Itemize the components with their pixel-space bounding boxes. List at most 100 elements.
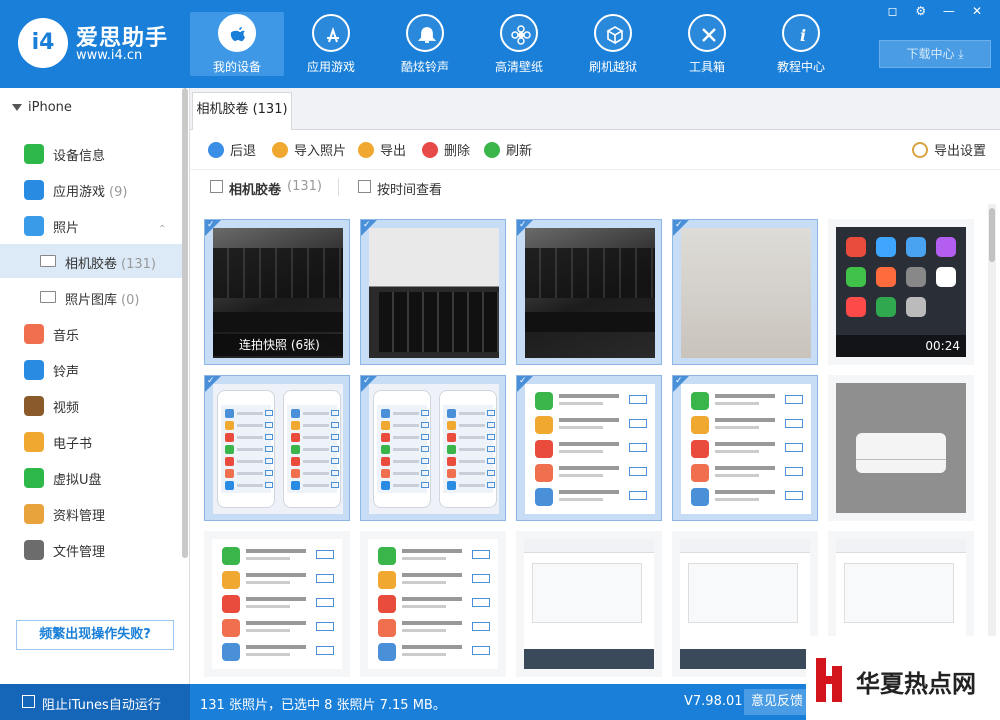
sidebar-item-5[interactable]: 音乐 xyxy=(0,316,182,350)
export-settings-button[interactable]: 导出设置 xyxy=(912,140,986,160)
watermark-logo-icon xyxy=(816,658,856,702)
toolbar: 后退 导入照片 导出 删除 刷新 导出设置 xyxy=(190,130,1000,170)
sidebar-item-2[interactable]: 照片 xyxy=(0,208,182,242)
help-link-button[interactable]: 频繁出现操作失败? xyxy=(16,620,174,650)
nav-tab-label: 应用游戏 xyxy=(306,60,355,74)
check-icon: ✓ xyxy=(517,220,533,236)
scrollbar-thumb[interactable] xyxy=(989,208,995,262)
main-scrollbar[interactable] xyxy=(988,204,996,684)
close-icon[interactable]: ✕ xyxy=(966,4,988,18)
sidebar-item-8[interactable]: 电子书 xyxy=(0,424,182,458)
nav-tab-6[interactable]: i 教程中心 xyxy=(754,12,848,76)
download-center-button[interactable]: 下载中心 ⤓ xyxy=(879,40,991,68)
photo-preview xyxy=(368,539,498,669)
toolbar-button-label: 导出 xyxy=(380,144,407,159)
sidebar-item-4[interactable]: 照片图库 (0) xyxy=(0,280,182,314)
toolbar-button-label: 后退 xyxy=(230,144,257,159)
photo-thumbnail[interactable]: ✓ 连拍快照 (6张) xyxy=(204,219,350,365)
minimize-icon[interactable]: — xyxy=(938,4,960,18)
photo-thumbnail[interactable]: ✓ xyxy=(672,375,818,521)
top-bar: i4 爱思助手 www.i4.cn 我的设备 应用游戏 酷炫铃声 高清壁纸 刷机越狱 工具… xyxy=(0,0,1000,88)
nav-tab-label: 我的设备 xyxy=(212,60,261,74)
caret-down-icon xyxy=(12,104,22,111)
sidebar-item-7[interactable]: 视频 xyxy=(0,388,182,422)
check-icon: ✓ xyxy=(205,376,221,392)
by-time-label: 按时间查看 xyxy=(377,183,443,198)
photo-thumbnail[interactable] xyxy=(828,375,974,521)
delete-icon xyxy=(422,142,438,158)
photo-thumbnail[interactable]: ✓ xyxy=(516,375,662,521)
photo-thumbnail[interactable]: ✓ xyxy=(672,219,818,365)
flower-icon xyxy=(500,14,538,52)
gear-icon[interactable]: ⚙ xyxy=(910,4,932,18)
by-time-checkbox[interactable] xyxy=(358,180,371,193)
sidebar-item-3[interactable]: 相机胶卷 (131) xyxy=(0,244,182,278)
app-store-icon xyxy=(24,180,44,200)
sidebar-item-9[interactable]: 虚拟U盘 xyxy=(0,460,182,494)
photo-thumbnail[interactable]: ✓ xyxy=(360,219,506,365)
nav-tab-0[interactable]: 我的设备 xyxy=(190,12,284,76)
sidebar-item-label: 相机胶卷 (131) xyxy=(65,257,156,272)
toolbar-button-4[interactable]: 刷新 xyxy=(484,140,532,160)
window-controls: ◻ ⚙ — ✕ xyxy=(880,4,988,20)
itunes-toggle-area: 阻止iTunes自动运行 xyxy=(0,684,190,720)
nav-tab-label: 酷炫铃声 xyxy=(400,60,449,74)
collapse-arrow-icon[interactable]: ⌃ xyxy=(158,224,166,235)
select-all-checkbox[interactable] xyxy=(210,180,223,193)
toolbar-button-1[interactable]: 导入照片 xyxy=(272,140,346,160)
toolbar-button-2[interactable]: 导出 xyxy=(358,140,406,160)
info-icon: i xyxy=(782,14,820,52)
selection-status: 131 张照片，已选中 8 张照片 7.15 MB。 xyxy=(200,698,446,713)
device-selector[interactable]: iPhone xyxy=(0,98,186,122)
photo-thumbnail[interactable] xyxy=(672,531,818,677)
photo-thumbnail[interactable]: 00:24 xyxy=(828,219,974,365)
photo-preview xyxy=(213,384,343,514)
sidebar-item-label: 应用游戏 (9) xyxy=(53,185,128,200)
nav-tab-1[interactable]: 应用游戏 xyxy=(284,12,378,76)
photo-thumbnail[interactable]: ✓ xyxy=(204,375,350,521)
photo-thumbnail[interactable] xyxy=(360,531,506,677)
refresh-icon xyxy=(484,142,500,158)
folder-icon xyxy=(40,255,56,267)
block-itunes-checkbox[interactable] xyxy=(22,695,35,708)
sidebar-scrollbar[interactable] xyxy=(182,88,188,558)
check-icon: ✓ xyxy=(361,376,377,392)
export-settings-label: 导出设置 xyxy=(934,144,987,159)
main-panel: 相机胶卷 (131) 后退 导入照片 导出 删除 刷新 导出设置 相机胶卷 (131) … xyxy=(190,88,1000,684)
nav-tab-label: 教程中心 xyxy=(776,60,825,74)
photo-thumbnail[interactable]: ✓ xyxy=(516,219,662,365)
photo-preview xyxy=(524,539,654,669)
photo-preview xyxy=(680,539,810,669)
photo-preview xyxy=(212,539,342,669)
photo-preview xyxy=(681,228,811,358)
photo-thumbnail[interactable]: ✓ xyxy=(360,375,506,521)
nav-tab-5[interactable]: 工具箱 xyxy=(660,12,754,76)
feedback-button[interactable]: 意见反馈 xyxy=(744,689,810,715)
photo-icon xyxy=(24,216,44,236)
toolbar-button-3[interactable]: 删除 xyxy=(422,140,470,160)
shirt-icon[interactable]: ◻ xyxy=(882,4,904,18)
sidebar-item-10[interactable]: 资料管理 xyxy=(0,496,182,530)
logo-badge: i4 xyxy=(18,18,68,68)
nav-tab-label: 工具箱 xyxy=(688,60,725,74)
nav-tab-3[interactable]: 高清壁纸 xyxy=(472,12,566,76)
bell-icon xyxy=(406,14,444,52)
sidebar-item-1[interactable]: 应用游戏 (9) xyxy=(0,172,182,206)
photo-thumbnail[interactable] xyxy=(516,531,662,677)
video-icon xyxy=(24,396,44,416)
sidebar-item-label: 虚拟U盘 xyxy=(53,473,102,488)
photo-thumbnail[interactable] xyxy=(204,531,350,677)
sidebar-item-0[interactable]: 设备信息 xyxy=(0,136,182,170)
music-icon xyxy=(24,324,44,344)
album-label: 相机胶卷 xyxy=(229,183,282,198)
sidebar-item-6[interactable]: 铃声 xyxy=(0,352,182,386)
toolbar-button-0[interactable]: 后退 xyxy=(208,140,256,160)
album-count: (131) xyxy=(287,179,322,194)
device-name: iPhone xyxy=(28,100,72,115)
tab-camera-roll[interactable]: 相机胶卷 (131) xyxy=(192,92,292,130)
app-store-icon xyxy=(312,14,350,52)
sidebar-item-11[interactable]: 文件管理 xyxy=(0,532,182,566)
nav-tab-2[interactable]: 酷炫铃声 xyxy=(378,12,472,76)
nav-tab-4[interactable]: 刷机越狱 xyxy=(566,12,660,76)
apple-icon xyxy=(218,14,256,52)
